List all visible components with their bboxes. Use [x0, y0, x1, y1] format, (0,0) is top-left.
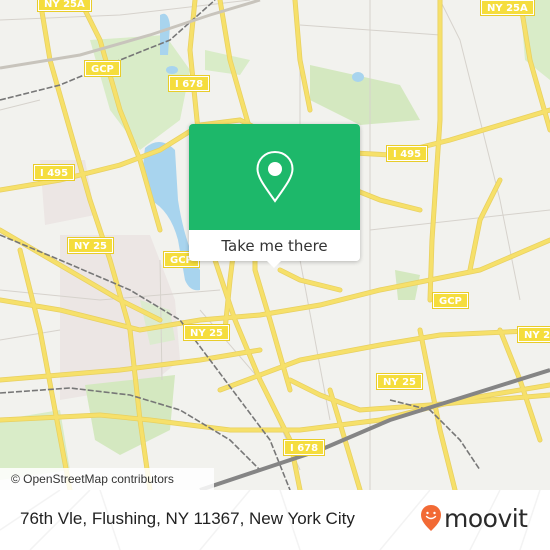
road-shield: GCP: [432, 292, 469, 309]
map-view[interactable]: NY 25A NY 25A GCP I 678 I 495 I 495 NY 2…: [0, 0, 550, 490]
take-me-there-button[interactable]: Take me there: [189, 230, 360, 261]
road-shield: NY 25: [66, 237, 115, 254]
popup-header: [189, 124, 360, 230]
road-shield: NY 25: [182, 324, 231, 341]
map-attribution[interactable]: © OpenStreetMap contributors: [0, 468, 214, 490]
road-shield: I 678: [167, 75, 211, 92]
road-shield: NY 25A: [37, 0, 92, 12]
pond: [166, 66, 178, 74]
road-shield: NY 25: [516, 326, 550, 343]
moovit-logo[interactable]: moovit: [420, 503, 528, 533]
moovit-smiley-pin-icon: [421, 505, 441, 531]
address-text: 76th Vle, Flushing, NY 11367, New York C…: [20, 509, 355, 528]
road-shield: I 495: [385, 145, 429, 162]
park: [310, 65, 420, 125]
moovit-wordmark: moovit: [444, 503, 528, 533]
pond: [352, 72, 364, 82]
footer-bar: 76th Vle, Flushing, NY 11367, New York C…: [0, 490, 550, 550]
location-popup: Take me there: [189, 124, 360, 268]
road-shield: NY 25A: [480, 0, 535, 16]
road-shield: GCP: [84, 60, 121, 77]
location-pin-icon: [255, 150, 294, 203]
road-shield: NY 25: [375, 373, 424, 390]
road-shield: I 495: [32, 164, 76, 181]
road-shield: I 678: [282, 439, 326, 456]
popup-pointer: [265, 259, 283, 268]
